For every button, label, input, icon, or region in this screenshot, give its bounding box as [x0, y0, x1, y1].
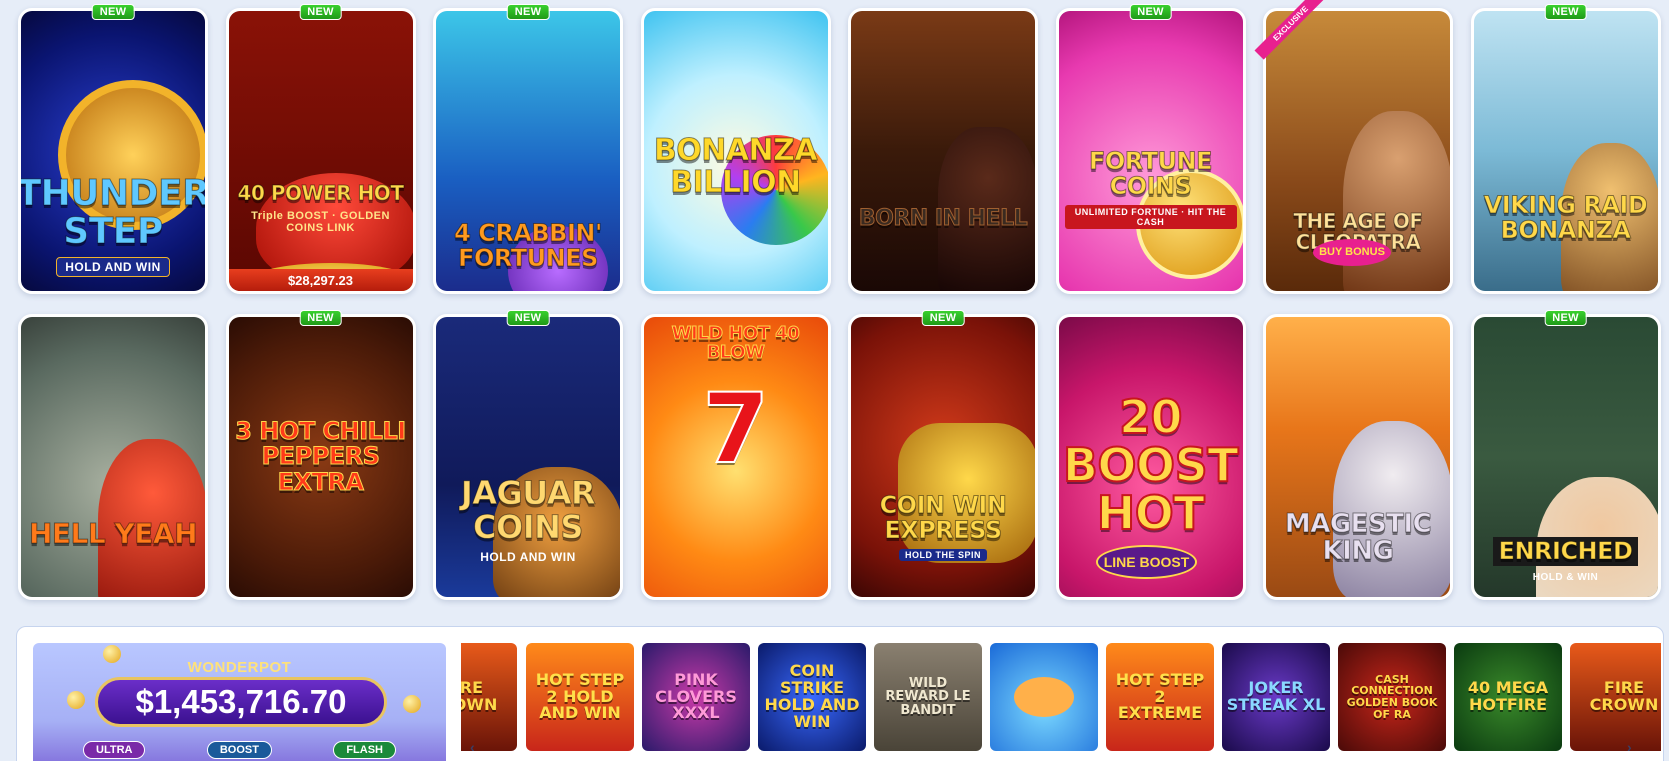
game-title: 3 HOT CHILLI PEPPERS EXTRA — [235, 417, 407, 496]
game-title: BONANZA BILLION — [653, 133, 818, 200]
wonderpot-tag-ultra: ULTRA — [83, 741, 146, 759]
jackpot-amount: $28,297.23 — [228, 269, 413, 291]
strip-game-pink-clovers[interactable]: PINK CLOVERS XXXL — [642, 643, 750, 751]
coin-icon — [403, 695, 421, 713]
game-title: HELL YEAH — [29, 517, 199, 550]
game-grid: NEW THUNDER STEP HOLD AND WIN NEW 40 POW… — [18, 0, 1669, 600]
wonderpot-amount: $1,453,716.70 — [95, 677, 387, 727]
new-badge: NEW — [1544, 310, 1587, 326]
game-subtitle: UNLIMITED FORTUNE · HIT THE CASH — [1064, 205, 1237, 230]
strip-game-40-mega-hotfire[interactable]: 40 MEGA HOTFIRE — [1454, 643, 1562, 751]
game-card-age-of-cleopatra[interactable]: EXCLUSIVE THE AGE OF CLEOPATRA BUY BONUS — [1254, 0, 1453, 294]
buy-bonus-tag: BUY BONUS — [1313, 239, 1391, 266]
new-badge: NEW — [506, 310, 550, 326]
strip-game-label: PINK CLOVERS XXXL — [655, 669, 737, 723]
new-badge: NEW — [921, 310, 965, 326]
wonderpot-tag-boost: BOOST — [206, 741, 272, 759]
game-title: 40 POWER HOT — [237, 181, 404, 205]
strip-game-label: COIN STRIKE HOLD AND WIN — [764, 661, 860, 731]
game-subtitle: HOLD AND WIN — [56, 256, 170, 277]
game-card-viking-raid-bonanza[interactable]: NEW VIKING RAID BONANZA — [1470, 4, 1661, 294]
strip-game-hot-step-2[interactable]: HOT STEP 2 HOLD AND WIN — [526, 643, 634, 751]
strip-game-label: FIRE CROWN — [461, 678, 498, 714]
game-card-coin-win-express[interactable]: NEW COIN WIN EXPRESS HOLD THE SPIN — [848, 310, 1038, 600]
new-badge: NEW — [506, 4, 550, 20]
strip-game-cash-connection[interactable]: CASH CONNECTION GOLDEN BOOK OF RA — [1338, 643, 1446, 751]
game-title: MAGESTIC KING — [1284, 509, 1432, 567]
wonderpot-tag-flash: FLASH — [333, 741, 396, 759]
strip-game-label: CASH CONNECTION GOLDEN BOOK OF RA — [1346, 672, 1438, 721]
new-badge: NEW — [1129, 4, 1172, 20]
game-title: ENRICHED — [1492, 537, 1639, 567]
game-card-4-crabbin-fortunes[interactable]: NEW 4 CRABBIN' FORTUNES — [433, 4, 623, 294]
strip-game-le-bandit[interactable]: WILD REWARD LE BANDIT — [874, 643, 982, 751]
game-card-3-hot-chilli-peppers-extra[interactable]: NEW 3 HOT CHILLI PEPPERS EXTRA — [225, 310, 416, 600]
game-card-bonanza-billion[interactable]: BONANZA BILLION — [640, 8, 831, 294]
new-badge: NEW — [1544, 4, 1587, 20]
chevron-left-icon[interactable]: ‹ — [470, 739, 475, 755]
game-title: COIN WIN EXPRESS — [879, 490, 1007, 544]
game-subtitle: HOLD & WIN — [1532, 572, 1599, 584]
game-title: VIKING RAID BONANZA — [1483, 191, 1648, 245]
game-card-wild-hot-40-blow[interactable]: WILD HOT 40 BLOW 7 — [640, 314, 831, 600]
new-badge: NEW — [91, 4, 135, 20]
strip-game-coin-strike[interactable]: COIN STRIKE HOLD AND WIN — [758, 643, 866, 751]
game-card-hell-yeah[interactable]: HELL YEAH — [18, 314, 208, 600]
strip-game-fire-crown-2[interactable]: FIRE CROWN — [1570, 643, 1661, 751]
line-boost-tag: LINE BOOST — [1095, 545, 1198, 580]
game-title: BORN IN HELL — [858, 206, 1028, 231]
game-card-20-boost-hot[interactable]: 20 BOOST HOT LINE BOOST — [1055, 314, 1246, 600]
game-card-jaguar-coins[interactable]: NEW JAGUAR COINS HOLD AND WIN — [433, 310, 623, 600]
game-title: 20 BOOST HOT — [1062, 389, 1240, 541]
strip-game-joker-streak[interactable]: JOKER STREAK XL — [1222, 643, 1330, 751]
seven-symbol: 7 — [701, 372, 770, 485]
new-badge: NEW — [299, 4, 342, 20]
strip-game-label: 40 MEGA HOTFIRE — [1467, 678, 1549, 714]
game-subtitle: HOLD THE SPIN — [898, 549, 987, 562]
game-title: FORTUNE COINS — [1088, 147, 1213, 201]
game-title: WILD HOT 40 BLOW — [671, 323, 800, 363]
strip-game-label: FIRE CROWN — [1589, 678, 1659, 714]
game-title: THUNDER STEP — [21, 173, 205, 252]
strip-game-label: JOKER STREAK XL — [1226, 678, 1326, 714]
game-card-born-in-hell[interactable]: BORN IN HELL — [848, 8, 1038, 294]
game-card-fortune-coins[interactable]: NEW FORTUNE COINS UNLIMITED FORTUNE · HI… — [1055, 4, 1246, 294]
game-title: 4 CRABBIN' FORTUNES — [454, 218, 603, 272]
wonderpot-title: WONDERPOT — [187, 659, 292, 676]
wonderpot-tags: ULTRA BOOST FLASH — [83, 741, 396, 759]
game-subtitle: HOLD AND WIN — [480, 550, 576, 565]
strip-game-hot-step-2-extreme[interactable]: HOT STEP 2 EXTREME — [1106, 643, 1214, 751]
wonderpot-banner[interactable]: WONDERPOT $1,453,716.70 ULTRA BOOST FLAS… — [33, 643, 446, 761]
strip-game-label: HOT STEP 2 EXTREME — [1115, 669, 1205, 723]
chevron-right-icon[interactable]: › — [1627, 739, 1632, 755]
game-card-thunder-step[interactable]: NEW THUNDER STEP HOLD AND WIN — [18, 4, 208, 294]
new-badge: NEW — [299, 310, 342, 326]
strip-game-label: WILD REWARD LE BANDIT — [885, 675, 971, 718]
game-card-40-power-hot[interactable]: NEW 40 POWER HOT Triple BOOST · GOLDEN C… — [225, 4, 416, 294]
game-strip: FIRE CROWN HOT STEP 2 HOLD AND WIN PINK … — [461, 643, 1661, 761]
strip-game-label: HOT STEP 2 HOLD AND WIN — [535, 669, 625, 723]
shark-icon — [1014, 677, 1074, 717]
strip-game-fire-crown[interactable]: FIRE CROWN — [461, 643, 517, 751]
coin-icon — [67, 691, 85, 709]
game-card-enriched[interactable]: NEW ENRICHED HOLD & WIN — [1470, 310, 1661, 600]
strip-game-shark[interactable] — [990, 643, 1098, 751]
game-card-magestic-king[interactable]: MAGESTIC KING — [1263, 314, 1453, 600]
game-title: JAGUAR COINS — [460, 474, 596, 546]
game-subtitle: Triple BOOST · GOLDEN COINS LINK — [251, 210, 390, 234]
featured-panel: WONDERPOT $1,453,716.70 ULTRA BOOST FLAS… — [16, 626, 1664, 761]
